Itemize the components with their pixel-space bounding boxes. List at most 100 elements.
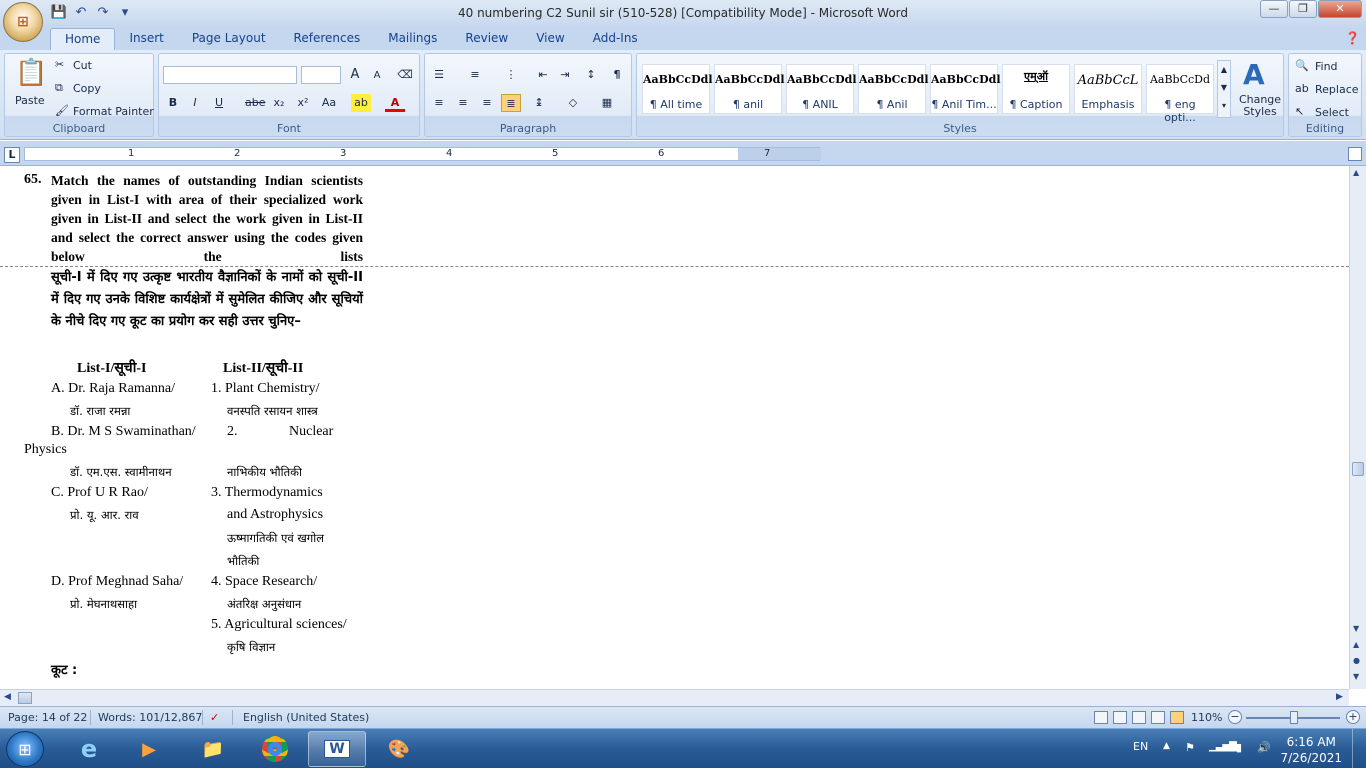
horizontal-scrollbar[interactable]: ◀ ▶ [0,689,1349,706]
browse-object-icon[interactable]: ● [1353,656,1360,665]
bold-button[interactable]: B [163,94,183,112]
cut-button[interactable]: Cut [73,59,92,72]
italic-button[interactable]: I [185,94,205,112]
horizontal-scroll-thumb[interactable] [18,692,32,704]
styles-scroll-icon[interactable]: ▲ ▼ ▾ [1217,60,1231,118]
clear-formatting-icon[interactable]: ⌫ [395,66,415,84]
minimize-button[interactable]: — [1260,0,1288,18]
network-icon[interactable]: ▁▃▅▇ [1209,741,1237,752]
find-icon[interactable]: 🔍 [1295,59,1309,72]
justify-icon[interactable]: ≣ [501,94,521,112]
web-layout-icon[interactable] [1132,711,1146,724]
font-size-input[interactable] [301,66,341,84]
document-area[interactable]: 65. Match the names of outstanding India… [0,166,1349,689]
scroll-up-icon[interactable]: ▲ [1353,168,1359,177]
shading-icon[interactable]: ◇ [563,94,583,112]
tab-view[interactable]: View [522,28,578,50]
word-count[interactable]: Words: 101/12,867 [98,711,202,724]
horizontal-ruler[interactable]: 1 2 3 4 5 6 7 [24,147,821,161]
grow-font-button[interactable]: A [345,66,365,84]
internet-explorer-icon[interactable]: e [60,731,118,767]
shrink-font-button[interactable]: A [367,67,387,85]
subscript-button[interactable]: x₂ [269,94,289,112]
print-layout-view-icon[interactable] [1094,711,1108,724]
select-button[interactable]: Select [1315,106,1349,119]
help-icon[interactable]: ❓ [1345,31,1360,45]
numbering-icon[interactable]: ≡ [465,66,485,84]
zoom-out-button[interactable]: − [1228,710,1242,724]
tab-add-ins[interactable]: Add-Ins [579,28,652,50]
select-icon[interactable]: ↖ [1295,105,1304,118]
align-right-icon[interactable]: ≡ [477,94,497,112]
previous-page-icon[interactable]: ▲ [1353,640,1359,649]
font-name-input[interactable] [163,66,297,84]
format-painter-icon[interactable]: 🖌 [55,104,69,117]
copy-button[interactable]: Copy [73,82,101,95]
full-screen-reading-icon[interactable] [1113,711,1127,724]
language-indicator[interactable]: English (United States) [243,711,369,724]
style-anil[interactable]: AaBbCcDdl ¶ Anil [858,64,929,114]
scroll-right-icon[interactable]: ▶ [1336,692,1343,702]
outline-view-icon[interactable] [1151,711,1165,724]
underline-button[interactable]: U [209,94,229,112]
proofing-icon[interactable]: ✓ [210,711,219,724]
bullets-icon[interactable]: ☰ [429,66,449,84]
vertical-scroll-thumb[interactable] [1352,462,1364,476]
superscript-button[interactable]: x² [293,94,313,112]
view-ruler-icon[interactable] [1348,147,1362,161]
style-anil-lower[interactable]: AaBbCcDdl ¶ anil [714,64,785,114]
battery-icon[interactable]: ▮ [1236,741,1242,754]
file-explorer-icon[interactable]: 📁 [184,731,242,767]
strikethrough-button[interactable]: abe [245,94,266,112]
paint-icon[interactable]: 🎨 [370,731,428,767]
next-page-icon[interactable]: ▼ [1353,672,1359,681]
scroll-down-icon[interactable]: ▼ [1353,624,1359,633]
find-button[interactable]: Find [1315,60,1338,73]
tab-home[interactable]: Home [50,28,116,50]
cut-icon[interactable]: ✂ [55,58,64,71]
show-desktop-button[interactable] [1352,729,1366,768]
office-button[interactable]: ⊞ [3,2,43,42]
style-caption[interactable]: एम्ऑ ¶ Caption [1002,64,1070,114]
copy-icon[interactable]: ⧉ [55,81,63,95]
line-spacing-icon[interactable]: ↨ [529,94,549,112]
change-styles-button[interactable]: Change Styles [1235,94,1285,118]
style-all-time[interactable]: AaBbCcDdl ¶ All time [642,64,713,114]
tab-selector[interactable]: L [4,147,20,163]
system-clock[interactable]: 6:16 AM 7/26/2021 [1280,734,1342,766]
highlight-icon[interactable]: ab [351,94,371,112]
zoom-in-button[interactable]: + [1346,710,1360,724]
tab-mailings[interactable]: Mailings [374,28,451,50]
scroll-left-icon[interactable]: ◀ [4,692,11,702]
replace-icon[interactable]: ab [1295,82,1309,95]
show-formatting-button[interactable]: ¶ [607,66,627,84]
start-button[interactable]: ⊞ [6,731,44,767]
align-center-icon[interactable]: ≡ [453,94,473,112]
word-taskbar-icon[interactable]: W [308,731,366,767]
style-emphasis[interactable]: AaBbCcL Emphasis [1074,64,1142,114]
language-tray[interactable]: EN [1133,740,1148,753]
replace-button[interactable]: Replace [1315,83,1359,96]
page-indicator[interactable]: Page: 14 of 22 [8,711,87,724]
restore-button[interactable]: ❐ [1289,0,1317,18]
close-button[interactable]: ✕ [1318,0,1362,18]
format-painter-button[interactable]: Format Painter [73,105,154,118]
paste-button[interactable]: Paste [15,94,45,107]
vertical-scrollbar[interactable]: ▲ ▼ ▲ ● ▼ [1349,166,1366,689]
change-styles-icon[interactable]: A [1243,58,1265,91]
align-left-icon[interactable]: ≡ [429,94,449,112]
font-color-button[interactable]: A [385,94,405,112]
action-center-icon[interactable]: ⚑ [1185,741,1195,754]
zoom-slider-knob[interactable] [1290,711,1298,724]
tab-review[interactable]: Review [451,28,522,50]
show-hidden-icons[interactable]: ▲ [1163,741,1170,751]
chrome-icon[interactable] [246,731,304,767]
paste-icon[interactable]: 📋 [15,58,47,88]
increase-indent-icon[interactable]: ⇥ [555,66,575,84]
tab-page-layout[interactable]: Page Layout [178,28,280,50]
decrease-indent-icon[interactable]: ⇤ [533,66,553,84]
media-player-icon[interactable]: ▶ [120,731,178,767]
sort-icon[interactable]: ↕ [581,66,601,84]
volume-icon[interactable]: 🔊 [1257,741,1271,754]
style-eng-opti[interactable]: AaBbCcDd ¶ eng opti... [1146,64,1214,124]
